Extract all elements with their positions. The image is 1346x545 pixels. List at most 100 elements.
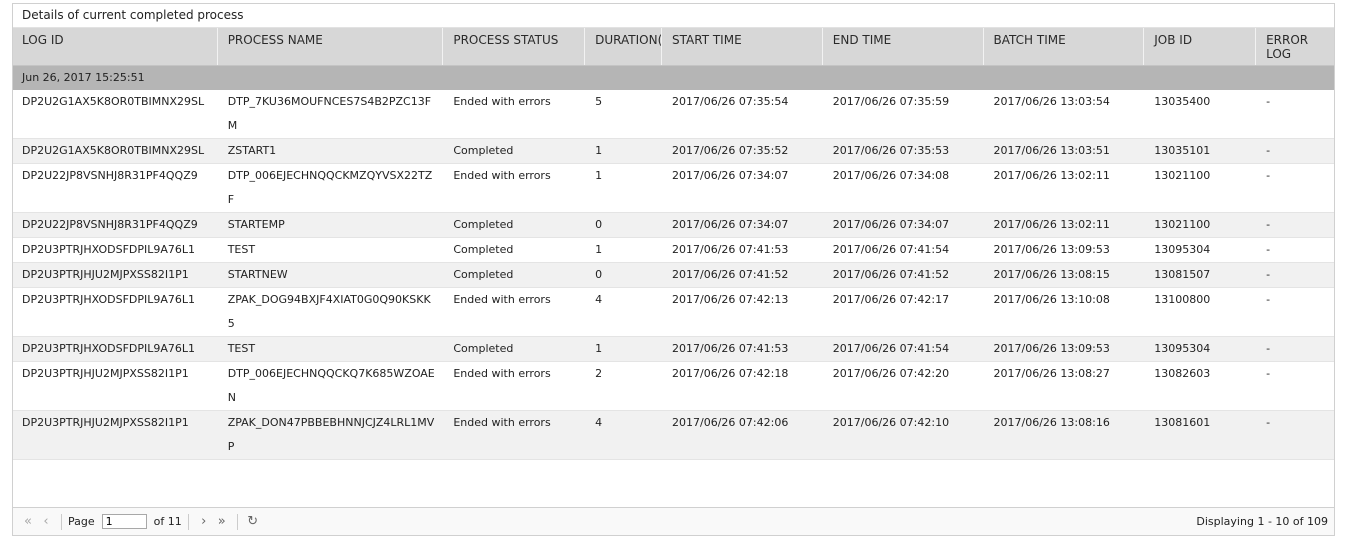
cell-duration: 2: [595, 367, 603, 380]
prev-page-icon[interactable]: ‹: [37, 513, 55, 531]
table-row[interactable]: DP2U3PTRJHXODSFDPIL9A76L1 TEST Completed 1 2…: [13, 238, 1334, 263]
cell-log-id: DP2U2G1AX5K8OR0TBIMNX29SL: [22, 95, 205, 108]
cell-batch-time: 2017/06/26 13:10:08: [993, 293, 1110, 306]
page-number-input[interactable]: [101, 514, 147, 529]
cell-error-log: -: [1266, 342, 1271, 355]
cell-process-name: ZPAK_DOG94BXJF4XIAT0G0Q90KSKK5: [227, 293, 431, 330]
cell-job-id: 13095304: [1154, 342, 1211, 355]
cell-log-id: DP2U3PTRJHJU2MJPXSS82I1P1: [22, 268, 189, 281]
cell-log-id: DP2U22JP8VSNHJ8R31PF4QQZ9: [22, 218, 198, 231]
cell-duration: 1: [595, 342, 603, 355]
cell-error-log: -: [1266, 243, 1271, 256]
cell-job-id: 13100800: [1154, 293, 1211, 306]
cell-duration: 4: [595, 293, 603, 306]
column-header-start-time[interactable]: START TIME: [662, 28, 823, 65]
toolbar-separator: [61, 513, 62, 530]
cell-start-time: 2017/06/26 07:34:07: [672, 169, 789, 182]
paging-toolbar: « ‹ Page of 11 › » ↻ Displaying 1 - 10 o…: [13, 507, 1334, 535]
cell-error-log: -: [1266, 416, 1271, 429]
column-header-process-name[interactable]: PROCESS NAME: [218, 28, 444, 65]
page-label: Page: [68, 515, 95, 528]
cell-log-id: DP2U3PTRJHJU2MJPXSS82I1P1: [22, 367, 189, 380]
cell-process-status: Ended with errors: [453, 95, 551, 108]
cell-end-time: 2017/06/26 07:42:20: [832, 367, 950, 380]
column-header-end-time[interactable]: END TIME: [823, 28, 984, 65]
table-row[interactable]: DP2U22JP8VSNHJ8R31PF4QQZ9 DTP_006EJECHNQQ…: [13, 164, 1334, 213]
column-header-job-id[interactable]: JOB ID: [1144, 28, 1257, 65]
column-header-error-log[interactable]: ERROR LOG: [1256, 28, 1334, 65]
cell-process-name: TEST: [227, 342, 256, 355]
cell-start-time: 2017/06/26 07:35:52: [672, 144, 789, 157]
table-row[interactable]: DP2U3PTRJHXODSFDPIL9A76L1 TEST Completed 1 2…: [13, 337, 1334, 362]
cell-process-name: TEST: [227, 243, 256, 256]
cell-batch-time: 2017/06/26 13:08:16: [993, 416, 1110, 429]
first-page-icon[interactable]: «: [19, 513, 37, 531]
table-row[interactable]: DP2U3PTRJHXODSFDPIL9A76L1 ZPAK_DOG94BXJF4…: [13, 288, 1334, 337]
cell-job-id: 13081601: [1154, 416, 1211, 429]
cell-start-time: 2017/06/26 07:42:13: [672, 293, 789, 306]
cell-batch-time: 2017/06/26 13:08:27: [993, 367, 1110, 380]
cell-job-id: 13095304: [1154, 243, 1211, 256]
grid-body: DP2U2G1AX5K8OR0TBIMNX29SL DTP_7KU36MOUFNC…: [13, 90, 1334, 460]
process-details-panel: Details of current completed process LOG…: [12, 3, 1335, 536]
table-row[interactable]: DP2U2G1AX5K8OR0TBIMNX29SL ZSTART1 Complete…: [13, 139, 1334, 164]
cell-duration: 0: [595, 218, 603, 231]
cell-log-id: DP2U3PTRJHXODSFDPIL9A76L1: [22, 293, 196, 306]
display-info: Displaying 1 - 10 of 109: [1196, 515, 1328, 528]
cell-start-time: 2017/06/26 07:34:07: [672, 218, 789, 231]
cell-duration: 1: [595, 169, 603, 182]
cell-job-id: 13035101: [1154, 144, 1211, 157]
cell-process-status: Completed: [453, 243, 514, 256]
cell-end-time: 2017/06/26 07:34:08: [832, 169, 950, 182]
cell-process-name: STARTEMP: [227, 218, 285, 231]
table-row[interactable]: DP2U2G1AX5K8OR0TBIMNX29SL DTP_7KU36MOUFNC…: [13, 90, 1334, 139]
next-page-icon[interactable]: ›: [195, 513, 213, 531]
cell-end-time: 2017/06/26 07:42:10: [832, 416, 950, 429]
cell-duration: 5: [595, 95, 603, 108]
column-header-batch-time[interactable]: BATCH TIME: [984, 28, 1145, 65]
cell-process-status: Completed: [453, 342, 514, 355]
cell-start-time: 2017/06/26 07:42:18: [672, 367, 789, 380]
group-header-row[interactable]: Jun 26, 2017 15:25:51: [13, 66, 1334, 90]
cell-duration: 1: [595, 144, 603, 157]
cell-log-id: DP2U22JP8VSNHJ8R31PF4QQZ9: [22, 169, 198, 182]
cell-end-time: 2017/06/26 07:41:54: [832, 243, 950, 256]
cell-error-log: -: [1266, 268, 1271, 281]
toolbar-separator: [236, 513, 238, 530]
cell-start-time: 2017/06/26 07:35:54: [672, 95, 789, 108]
table-row[interactable]: DP2U3PTRJHJU2MJPXSS82I1P1 STARTNEW Complet…: [13, 263, 1334, 288]
panel-title: Details of current completed process: [13, 4, 1334, 28]
cell-error-log: -: [1266, 218, 1271, 231]
refresh-icon[interactable]: ↻: [244, 513, 262, 531]
cell-batch-time: 2017/06/26 13:09:53: [993, 243, 1110, 256]
cell-process-name: DTP_7KU36MOUFNCES7S4B2PZC13FM: [227, 95, 432, 132]
toolbar-separator: [187, 513, 189, 530]
cell-end-time: 2017/06/26 07:35:59: [832, 95, 950, 108]
column-header-duration[interactable]: DURATION(: [585, 28, 663, 65]
cell-end-time: 2017/06/26 07:34:07: [832, 218, 950, 231]
cell-process-status: Ended with errors: [453, 367, 551, 380]
cell-log-id: DP2U3PTRJHJU2MJPXSS82I1P1: [22, 416, 189, 429]
cell-log-id: DP2U3PTRJHXODSFDPIL9A76L1: [22, 243, 196, 256]
table-row[interactable]: DP2U3PTRJHJU2MJPXSS82I1P1 DTP_006EJECHNQQ…: [13, 362, 1334, 411]
cell-error-log: -: [1266, 293, 1271, 306]
cell-start-time: 2017/06/26 07:41:53: [672, 243, 789, 256]
cell-start-time: 2017/06/26 07:41:52: [672, 268, 789, 281]
table-row[interactable]: DP2U22JP8VSNHJ8R31PF4QQZ9 STARTEMP Complet…: [13, 213, 1334, 238]
cell-process-name: ZSTART1: [227, 144, 277, 157]
page-count-label: of 11: [153, 515, 182, 528]
cell-batch-time: 2017/06/26 13:09:53: [993, 342, 1110, 355]
cell-error-log: -: [1266, 367, 1271, 380]
table-row[interactable]: DP2U3PTRJHJU2MJPXSS82I1P1 ZPAK_DON47PBBEB…: [13, 411, 1334, 460]
cell-job-id: 13082603: [1154, 367, 1211, 380]
cell-batch-time: 2017/06/26 13:03:54: [993, 95, 1110, 108]
cell-start-time: 2017/06/26 07:42:06: [672, 416, 789, 429]
cell-start-time: 2017/06/26 07:41:53: [672, 342, 789, 355]
cell-error-log: -: [1266, 144, 1271, 157]
last-page-icon[interactable]: »: [213, 513, 231, 531]
column-header-log-id[interactable]: LOG ID: [13, 28, 218, 65]
cell-process-status: Ended with errors: [453, 416, 551, 429]
cell-batch-time: 2017/06/26 13:08:15: [993, 268, 1110, 281]
column-header-process-status[interactable]: PROCESS STATUS: [443, 28, 586, 65]
cell-end-time: 2017/06/26 07:41:54: [832, 342, 950, 355]
